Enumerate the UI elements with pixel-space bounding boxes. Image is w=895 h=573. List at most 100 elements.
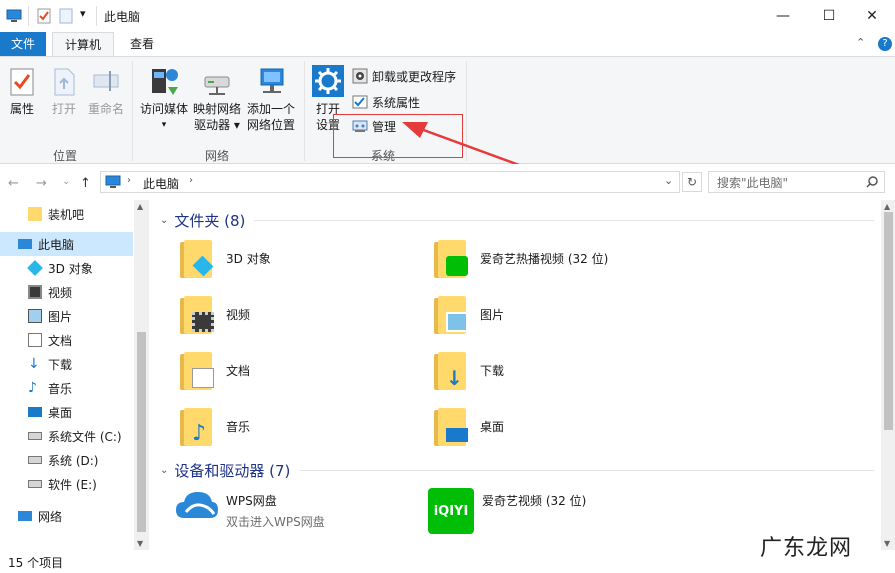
folder-documents[interactable]: 文档	[180, 350, 250, 390]
nav-item-downloads[interactable]: ↓ 下载	[0, 352, 133, 376]
system-properties-icon	[352, 95, 368, 109]
open-button[interactable]: 打开	[48, 67, 80, 117]
tab-computer[interactable]: 计算机	[52, 32, 114, 57]
maximize-button[interactable]: ☐	[806, 0, 852, 32]
nav-item-documents[interactable]: 文档	[0, 328, 133, 352]
network-drive-icon	[204, 76, 230, 95]
content-scrollbar-thumb[interactable]	[884, 212, 893, 430]
folders-section-header[interactable]: ⌄ 文件夹 (8)	[160, 210, 245, 231]
tab-view[interactable]: 查看	[120, 32, 164, 56]
nav-item-this-pc[interactable]: 此电脑	[0, 232, 133, 256]
maximize-icon: ☐	[822, 8, 836, 24]
nav-item-pictures[interactable]: 图片	[0, 304, 133, 328]
nav-scrollbar-thumb[interactable]	[137, 332, 146, 532]
item-count: 15 个项目	[8, 556, 64, 570]
nav-scrollbar[interactable]: ▲ ▼	[134, 200, 149, 550]
folder-music[interactable]: ♪ 音乐	[180, 406, 250, 446]
close-button[interactable]: ✕	[849, 0, 895, 32]
scroll-down-icon[interactable]: ▼	[884, 539, 890, 548]
network-icon	[18, 511, 32, 521]
uninstall-icon	[352, 68, 368, 84]
folder-downloads[interactable]: ↓ 下载	[434, 350, 504, 390]
drive-icon	[28, 432, 42, 440]
documents-icon	[28, 333, 42, 347]
nav-item-zhuangjiba[interactable]: 装机吧	[0, 202, 133, 226]
properties-quick-access-icon[interactable]	[36, 8, 52, 24]
divider	[96, 6, 97, 26]
gear-icon	[312, 65, 344, 97]
help-icon[interactable]: ?	[878, 37, 892, 51]
ribbon-tabs: 文件 计算机 查看 ⌃ ?	[0, 32, 895, 57]
scroll-up-icon[interactable]: ▲	[137, 202, 143, 211]
navigation-pane: 装机吧 此电脑 3D 对象 视频 图片 文档 ↓ 下载 ♪ 音乐 桌面 系统文件…	[0, 200, 149, 550]
scroll-down-icon[interactable]: ▼	[137, 539, 143, 548]
recent-locations-button[interactable]: ⌄	[62, 176, 70, 187]
network-location-icon	[260, 68, 284, 93]
nav-item-network[interactable]: 网络	[0, 504, 133, 528]
watermark: 广东龙网	[760, 536, 853, 561]
path-separator[interactable]: ›	[127, 175, 131, 186]
nav-item-desktop[interactable]: 桌面	[0, 400, 133, 424]
address-input[interactable]: › 此电脑 › ⌄	[100, 171, 680, 193]
video-icon	[28, 285, 42, 299]
tab-file[interactable]: 文件	[0, 32, 46, 56]
refresh-button[interactable]: ↻	[682, 172, 702, 192]
window-title: 此电脑	[104, 10, 141, 24]
address-dropdown-button[interactable]: ⌄	[664, 174, 673, 187]
content-pane: ⌄ 文件夹 (8) 3D 对象 爱奇艺热播视频 (32 位) 视频 图片 文档 …	[150, 200, 895, 550]
drive-icon	[28, 456, 42, 464]
folder-iqiyi-hot[interactable]: 爱奇艺热播视频 (32 位)	[434, 238, 608, 278]
nav-item-drive-e[interactable]: 软件 (E:)	[0, 472, 133, 496]
search-icon[interactable]	[866, 176, 878, 188]
nav-item-music[interactable]: ♪ 音乐	[0, 376, 133, 400]
address-path[interactable]: 此电脑	[143, 175, 179, 192]
access-media-button[interactable]: 访问媒体 ▾	[138, 65, 190, 133]
search-input[interactable]: 搜索"此电脑"	[708, 171, 885, 193]
pictures-icon	[28, 309, 42, 323]
nav-item-drive-d[interactable]: 系统 (D:)	[0, 448, 133, 472]
computer-icon	[6, 9, 22, 22]
divider	[28, 6, 29, 26]
folder-icon	[28, 207, 42, 221]
download-icon: ↓	[28, 356, 40, 372]
devices-section-header[interactable]: ⌄ 设备和驱动器 (7)	[160, 460, 290, 481]
folder-3d-objects[interactable]: 3D 对象	[180, 238, 271, 278]
chevron-down-icon: ⌄	[160, 465, 169, 476]
network-group-label: 网络	[204, 149, 229, 163]
nav-item-videos[interactable]: 视频	[0, 280, 133, 304]
forward-button[interactable]: →	[36, 176, 47, 191]
map-network-drive-button[interactable]: 映射网络 驱动器 ▾	[192, 65, 242, 133]
rename-button[interactable]: 重命名	[86, 67, 126, 117]
search-placeholder: 搜索"此电脑"	[717, 176, 789, 190]
scroll-up-icon[interactable]: ▲	[884, 202, 890, 211]
group-separator	[132, 61, 133, 161]
system-properties-button[interactable]: 系统属性	[352, 91, 420, 113]
customize-quick-access-icon[interactable]: ▾	[80, 7, 86, 23]
nav-item-3d-objects[interactable]: 3D 对象	[0, 256, 133, 280]
device-iqiyi[interactable]: iQIYI 爱奇艺视频 (32 位)	[428, 488, 586, 534]
download-icon: ↓	[434, 350, 466, 390]
iqiyi-icon: iQIYI	[428, 488, 474, 534]
properties-button[interactable]: 属性	[6, 67, 38, 117]
chevron-down-icon: ⌄	[160, 215, 169, 226]
media-icon	[152, 69, 178, 95]
3d-objects-icon	[27, 260, 43, 276]
nav-item-drive-c[interactable]: 系统文件 (C:)	[0, 424, 133, 448]
new-folder-quick-access-icon[interactable]	[58, 8, 74, 24]
device-wps-cloud[interactable]: WPS网盘 双击进入WPS网盘	[174, 488, 325, 530]
folder-pictures[interactable]: 图片	[434, 294, 504, 334]
collapse-ribbon-icon[interactable]: ⌃	[856, 36, 865, 49]
up-button[interactable]: ↑	[80, 176, 91, 191]
uninstall-programs-button[interactable]: 卸载或更改程序	[352, 65, 456, 87]
minimize-button[interactable]: —	[760, 0, 806, 32]
back-button[interactable]: ←	[8, 176, 19, 191]
pictures-icon	[434, 294, 468, 334]
folder-videos[interactable]: 视频	[180, 294, 250, 334]
folder-desktop[interactable]: 桌面	[434, 406, 504, 446]
group-separator	[466, 61, 467, 161]
location-group-label: 位置	[52, 149, 77, 163]
content-scrollbar[interactable]: ▲ ▼	[881, 200, 895, 550]
path-separator[interactable]: ›	[189, 175, 193, 186]
desktop-icon	[434, 406, 468, 446]
add-network-location-button[interactable]: 添加一个 网络位置	[244, 65, 298, 133]
